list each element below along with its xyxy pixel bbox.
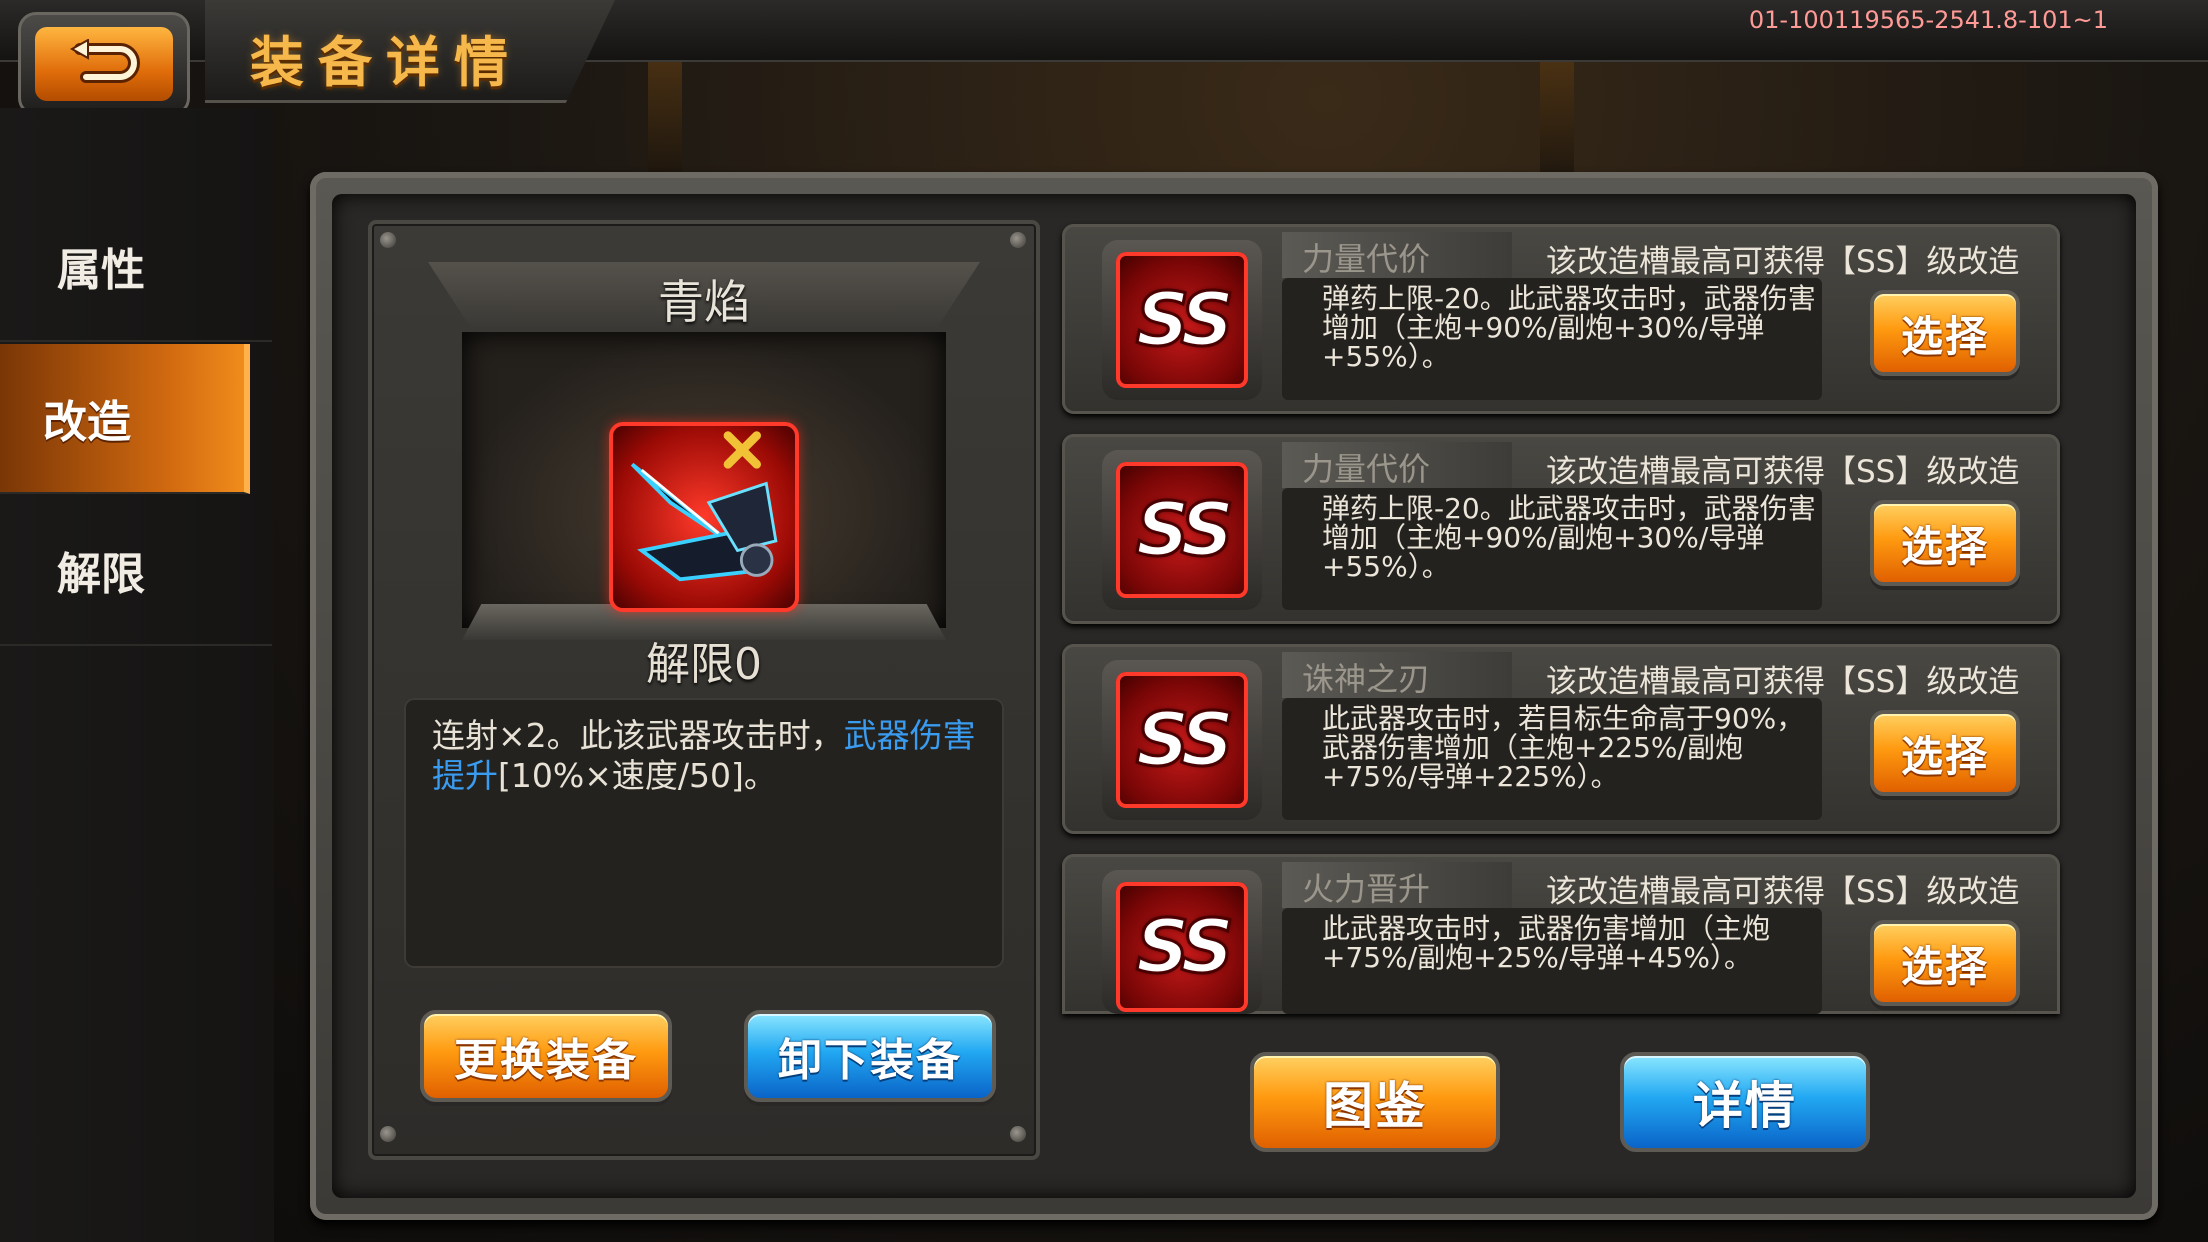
mod-effect: 此武器攻击时，武器伤害增加（主炮+75%/副炮+25%/导弹+45%）。	[1322, 912, 1771, 974]
mod-slot: SS 力量代价 该改造槽最高可获得【SS】级改造 弹药上限-20。此武器攻击时，…	[1062, 224, 2060, 414]
mod-slot: SS 诛神之刃 该改造槽最高可获得【SS】级改造 此武器攻击时，若目标生命高于9…	[1062, 644, 2060, 834]
mod-slot: SS 火力晋升 该改造槽最高可获得【SS】级改造 此武器攻击时，武器伤害增加（主…	[1062, 854, 2060, 1014]
mod-effect: 弹药上限-20。此武器攻击时，武器伤害增加（主炮+90%/副炮+30%/导弹+5…	[1322, 492, 1816, 583]
mod-effect: 此武器攻击时，若目标生命高于90%，武器伤害增加（主炮+225%/副炮+75%/…	[1322, 702, 1805, 793]
sidebar-item-attributes[interactable]: 属性	[0, 192, 272, 342]
limit-break-label: 解限0	[646, 639, 762, 690]
sidebar-item-label: 改造	[43, 397, 131, 448]
item-name: 青焰	[658, 275, 750, 329]
select-button[interactable]: 选择	[1870, 920, 2020, 1006]
page-title: 装备详情	[250, 31, 522, 94]
description-text: 连射×2。此该武器攻击时，	[432, 716, 844, 755]
rivet	[1010, 232, 1026, 248]
replace-equipment-button[interactable]: 更换装备	[420, 1010, 672, 1102]
ss-grade-icon: SS	[1116, 462, 1248, 598]
ss-grade-icon: SS	[1116, 252, 1248, 388]
weapon-graphic	[630, 431, 778, 582]
sidebar-item-modify[interactable]: 改造	[0, 344, 250, 494]
sidebar-item-label: 属性	[57, 245, 145, 296]
rivet	[380, 232, 396, 248]
rivet	[1010, 1126, 1026, 1142]
grade-label: SS	[1135, 903, 1236, 992]
item-description: 连射×2。此该武器攻击时，武器伤害提升[10%×速度/50]。	[432, 716, 980, 796]
mod-name: 力量代价	[1302, 450, 1431, 488]
select-button[interactable]: 选择	[1870, 500, 2020, 586]
back-button-face[interactable]	[35, 27, 173, 101]
mod-tier-text: 该改造槽最高可获得【SS】级改造	[1546, 454, 2020, 490]
rivet	[380, 1126, 396, 1142]
mod-name: 火力晋升	[1302, 870, 1431, 908]
details-button[interactable]: 详情	[1620, 1052, 1870, 1152]
unequip-button[interactable]: 卸下装备	[744, 1010, 996, 1102]
select-button[interactable]: 选择	[1870, 710, 2020, 796]
mod-effect: 弹药上限-20。此武器攻击时，武器伤害增加（主炮+90%/副炮+30%/导弹+5…	[1322, 282, 1816, 373]
sidebar-item-limit-break[interactable]: 解限	[0, 496, 272, 646]
mod-tier-text: 该改造槽最高可获得【SS】级改造	[1546, 244, 2020, 280]
grade-label: SS	[1135, 276, 1236, 365]
back-button[interactable]	[18, 12, 190, 116]
mod-tier-text: 该改造槽最高可获得【SS】级改造	[1546, 874, 2020, 910]
select-button[interactable]: 选择	[1870, 290, 2020, 376]
description-tail: [10%×速度/50]。	[498, 756, 777, 795]
version-label: 01-100119565-2541.8-101~1	[1748, 6, 2108, 34]
grade-label: SS	[1135, 696, 1236, 785]
ss-grade-icon: SS	[1116, 672, 1248, 808]
mod-tier-text: 该改造槽最高可获得【SS】级改造	[1546, 664, 2020, 700]
weapon-icon[interactable]	[609, 422, 799, 612]
sidebar-item-label: 解限	[57, 549, 145, 600]
ss-grade-icon: SS	[1116, 882, 1248, 1012]
catalog-button[interactable]: 图鉴	[1250, 1052, 1500, 1152]
back-arrow-icon	[69, 39, 140, 83]
mod-name: 诛神之刃	[1302, 660, 1431, 698]
mod-name: 力量代价	[1302, 240, 1431, 278]
grade-label: SS	[1135, 486, 1236, 575]
mod-slot: SS 力量代价 该改造槽最高可获得【SS】级改造 弹药上限-20。此武器攻击时，…	[1062, 434, 2060, 624]
